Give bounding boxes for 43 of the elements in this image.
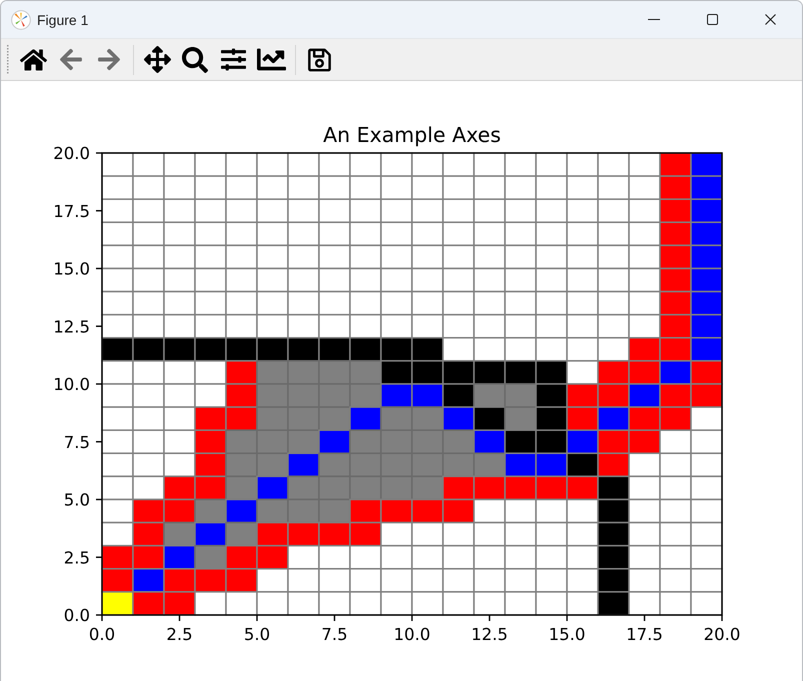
y-tick-label: 2.5 <box>64 548 90 568</box>
y-tick-mark <box>96 441 102 442</box>
y-tick-label: 12.5 <box>53 317 90 336</box>
y-tick-mark <box>96 498 102 500</box>
grip-handle-icon <box>7 45 9 74</box>
app-logo-icon <box>11 10 31 30</box>
plot-title: An Example Axes <box>323 123 501 147</box>
maximize-icon <box>706 14 718 25</box>
y-tick-mark <box>96 383 102 385</box>
x-tick-mark <box>644 615 646 621</box>
x-tick-label: 12.5 <box>471 625 508 644</box>
x-tick-mark <box>488 615 490 621</box>
x-tick-mark <box>566 615 568 621</box>
x-tick-label: 15.0 <box>548 625 586 644</box>
x-tick-mark <box>256 615 258 621</box>
y-tick-mark <box>96 614 102 616</box>
y-tick-mark <box>96 326 102 327</box>
close-icon <box>764 14 776 25</box>
x-tick-label: 17.5 <box>626 625 663 644</box>
y-tick-label: 0.0 <box>64 606 90 625</box>
y-tick-label: 15.0 <box>53 260 90 278</box>
x-tick-label: 0.0 <box>88 625 116 644</box>
y-tick-label: 17.5 <box>53 202 90 221</box>
minimize-icon <box>648 19 660 20</box>
x-tick-mark <box>178 615 180 621</box>
y-tick-label: 10.0 <box>53 375 90 394</box>
y-tick-mark <box>96 556 102 558</box>
y-tick-label: 7.5 <box>64 432 90 452</box>
y-tick-mark <box>96 210 102 212</box>
x-tick-label: 5.0 <box>244 625 270 644</box>
x-tick-label: 20.0 <box>704 625 740 644</box>
x-tick-mark <box>334 615 336 621</box>
y-tick-mark <box>96 152 102 154</box>
y-tick-mark <box>96 268 102 270</box>
x-tick-mark <box>721 615 723 621</box>
x-tick-mark <box>411 615 413 621</box>
y-tick-label: 5.0 <box>64 490 90 510</box>
x-tick-mark <box>101 615 103 621</box>
x-tick-label: 10.0 <box>394 625 430 644</box>
x-tick-label: 2.5 <box>166 625 193 644</box>
y-tick-label: 20.0 <box>53 144 90 163</box>
x-tick-label: 7.5 <box>321 625 348 644</box>
window-title: Figure 1 <box>37 12 88 28</box>
